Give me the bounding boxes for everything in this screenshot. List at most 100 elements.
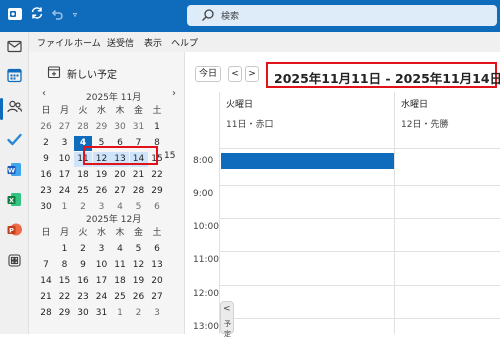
powerpoint-icon[interactable]: P <box>6 221 23 238</box>
calendar-day[interactable]: 13 <box>148 258 166 273</box>
weekday-header: 月 <box>59 106 69 116</box>
search-placeholder: 検索 <box>221 12 240 22</box>
calendar-day[interactable]: 30 <box>111 120 129 135</box>
undo-icon[interactable] <box>48 6 66 24</box>
people-icon[interactable] <box>6 98 23 115</box>
calendar-day[interactable]: 21 <box>130 168 148 183</box>
calendar-day[interactable]: 26 <box>93 184 111 199</box>
calendar-day[interactable]: 3 <box>148 306 166 321</box>
excel-icon[interactable]: X <box>6 191 23 208</box>
outlook-app-icon <box>6 6 24 24</box>
calendar-day[interactable]: 24 <box>93 290 111 305</box>
calendar-day[interactable]: 22 <box>56 290 74 305</box>
calendar-day[interactable]: 21 <box>37 290 55 305</box>
calendar-day[interactable]: 22 <box>148 168 166 183</box>
calendar-day[interactable]: 31 <box>130 120 148 135</box>
calendar-day[interactable]: 18 <box>74 168 92 183</box>
calendar-day[interactable]: 16 <box>74 274 92 289</box>
calendar-day[interactable]: 5 <box>130 242 148 257</box>
prev-month-arrow[interactable]: ‹ <box>42 88 46 99</box>
calendar-day[interactable]: 2 <box>74 242 92 257</box>
calendar-day[interactable]: 4 <box>111 242 129 257</box>
calendar-day[interactable]: 26 <box>130 290 148 305</box>
calendar-day[interactable]: 23 <box>74 290 92 305</box>
calendar-day[interactable]: 31 <box>93 306 111 321</box>
grid-left-border <box>219 92 220 334</box>
calendar-day[interactable]: 17 <box>93 274 111 289</box>
calendar-day[interactable]: 1 <box>56 242 74 257</box>
calendar-day[interactable]: 20 <box>148 274 166 289</box>
calendar-day[interactable]: 23 <box>37 184 55 199</box>
weekday-header: 木 <box>115 228 125 238</box>
svg-text:P: P <box>9 227 14 235</box>
more-apps-icon[interactable] <box>6 252 23 269</box>
calendar-day[interactable]: 27 <box>111 184 129 199</box>
calendar-day[interactable]: 28 <box>37 306 55 321</box>
calendar-day[interactable]: 2 <box>37 136 55 151</box>
calendar-day[interactable]: 10 <box>93 258 111 273</box>
menu-home[interactable]: ホーム <box>74 36 101 49</box>
calendar-day[interactable]: 6 <box>148 242 166 257</box>
calendar-day[interactable]: 29 <box>56 306 74 321</box>
calendar-icon[interactable] <box>6 67 23 84</box>
next-week-button[interactable]: > <box>245 66 259 82</box>
calendar-day[interactable]: 3 <box>93 242 111 257</box>
quick-access-dropdown-icon[interactable]: ▿ <box>66 6 84 24</box>
calendar-day[interactable]: 3 <box>56 136 74 151</box>
calendar-day[interactable]: 29 <box>148 184 166 199</box>
calendar-day[interactable]: 1 <box>111 306 129 321</box>
calendar-day[interactable]: 25 <box>111 290 129 305</box>
time-label-9: 9:00 <box>193 189 214 199</box>
previous-week-button[interactable]: < <box>228 66 242 82</box>
day-header-tuesday[interactable]: 火曜日 <box>226 97 253 110</box>
calendar-day[interactable]: 12 <box>130 258 148 273</box>
calendar-day[interactable]: 9 <box>74 258 92 273</box>
search-box[interactable]: 検索 <box>187 5 497 26</box>
calendar-day[interactable]: 27 <box>148 290 166 305</box>
calendar-day[interactable]: 15 <box>56 274 74 289</box>
calendar-day[interactable]: 9 <box>37 152 55 167</box>
today-button[interactable]: 今日 <box>195 66 221 82</box>
calendar-day[interactable]: 19 <box>130 274 148 289</box>
calendar-day[interactable]: 28 <box>130 184 148 199</box>
calendar-day[interactable]: 14 <box>37 274 55 289</box>
calendar-day[interactable]: 29 <box>93 120 111 135</box>
side-panel-toggle[interactable]: < 予定 <box>220 301 234 338</box>
day-header-wednesday[interactable]: 水曜日 <box>401 97 428 110</box>
word-icon[interactable]: W <box>6 161 23 178</box>
calendar-day[interactable]: 6 <box>148 200 166 215</box>
time-label-12: 12:00 <box>193 289 219 299</box>
calendar-day[interactable]: 11 <box>111 258 129 273</box>
month-title-november: 2025年 11月 <box>86 93 142 103</box>
date-range-label: 2025年11月11日 - 2025年11月14日 <box>274 71 500 86</box>
menu-file[interactable]: ファイル <box>37 36 73 49</box>
calendar-day[interactable]: 27 <box>56 120 74 135</box>
calendar-day[interactable]: 1 <box>148 120 166 135</box>
selected-time-slot[interactable] <box>221 153 394 169</box>
calendar-day[interactable]: 2 <box>130 306 148 321</box>
calendar-day[interactable]: 26 <box>37 120 55 135</box>
calendar-day[interactable]: 17 <box>56 168 74 183</box>
calendar-day[interactable]: 20 <box>111 168 129 183</box>
sync-icon[interactable] <box>28 6 46 24</box>
menu-send-receive[interactable]: 送受信 <box>107 36 134 49</box>
calendar-day[interactable]: 24 <box>56 184 74 199</box>
calendar-day[interactable]: 28 <box>74 120 92 135</box>
calendar-day[interactable]: 18 <box>111 274 129 289</box>
calendar-day[interactable]: 25 <box>74 184 92 199</box>
calendar-day[interactable]: 1 <box>56 200 74 215</box>
calendar-day[interactable]: 8 <box>56 258 74 273</box>
calendar-day[interactable]: 10 <box>56 152 74 167</box>
svg-text:X: X <box>9 197 14 205</box>
todo-icon[interactable] <box>6 131 23 148</box>
calendar-day[interactable]: 7 <box>37 258 55 273</box>
calendar-day[interactable]: 30 <box>37 200 55 215</box>
next-month-arrow[interactable]: › <box>172 88 176 99</box>
calendar-day[interactable]: 30 <box>74 306 92 321</box>
calendar-day[interactable]: 16 <box>37 168 55 183</box>
menu-view[interactable]: 表示 <box>144 36 162 49</box>
mail-icon[interactable] <box>6 38 23 55</box>
menu-help[interactable]: ヘルプ <box>171 36 198 49</box>
calendar-day[interactable]: 19 <box>93 168 111 183</box>
weekday-header: 日 <box>41 106 51 116</box>
